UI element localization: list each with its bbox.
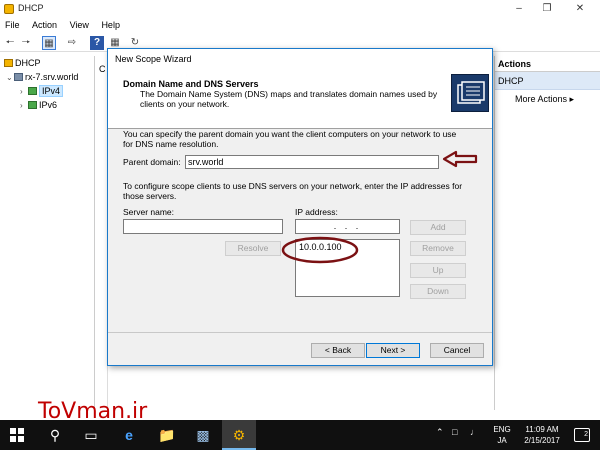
wizard-folder-icon: [451, 74, 489, 112]
close-button[interactable]: ✕: [565, 0, 595, 18]
parent-domain-label: Parent domain:: [123, 157, 181, 167]
forward-arrow-icon[interactable]: 🠖: [19, 36, 33, 50]
collapse-chevron-icon[interactable]: ⌄: [6, 73, 14, 82]
new-scope-wizard-dialog: New Scope Wizard Domain Name and DNS Ser…: [107, 48, 493, 366]
console-tree-icon[interactable]: ▦: [42, 36, 56, 50]
server-icon: [14, 73, 23, 81]
internet-explorer-icon[interactable]: e: [112, 420, 146, 450]
window-title: DHCP: [18, 3, 44, 13]
search-icon[interactable]: ⚲: [38, 420, 72, 450]
wizard-footer-separator: [108, 332, 492, 333]
minimize-button[interactable]: –: [504, 0, 534, 18]
parent-domain-intro: You can specify the parent domain you wa…: [123, 129, 457, 149]
menu-file[interactable]: File: [0, 18, 25, 32]
taskbar-clock[interactable]: 11:09 AM 2/15/2017: [517, 424, 567, 446]
ipv6-icon: [28, 101, 37, 109]
annotation-ellipse: [281, 236, 359, 264]
taskbar: ⚲ ▭ e 📁 ▩ ⚙ ⌃ □ ♩ ENG JA 11:09 AM 2/15/2…: [0, 420, 600, 450]
actions-section-dhcp[interactable]: DHCP: [495, 72, 600, 90]
server-name-label: Server name:: [123, 207, 175, 217]
resolve-button[interactable]: Resolve: [225, 241, 281, 256]
ipv4-icon: [28, 87, 37, 95]
menu-bar: File Action View Help: [0, 18, 600, 33]
annotation-arrow-icon: [442, 150, 478, 168]
export-list-icon[interactable]: ⇨: [65, 36, 79, 50]
expand-chevron-icon[interactable]: ›: [20, 87, 28, 96]
maximize-button[interactable]: ❐: [532, 0, 562, 18]
dhcp-app-icon: [4, 4, 14, 14]
back-button[interactable]: < Back: [311, 343, 365, 358]
action-center-icon[interactable]: 2: [574, 428, 590, 442]
menu-help[interactable]: Help: [96, 18, 125, 32]
help-icon[interactable]: ?: [90, 36, 104, 50]
wizard-heading: Domain Name and DNS Servers: [123, 79, 259, 89]
more-actions-link[interactable]: More Actions ▸: [495, 90, 600, 105]
show-hidden-icons-icon[interactable]: ⌃: [436, 427, 444, 438]
ip-address-label: IP address:: [295, 207, 338, 217]
parent-domain-input[interactable]: srv.world: [185, 155, 439, 169]
tree-node-server[interactable]: ⌄ rx-7.srv.world: [6, 72, 78, 82]
cancel-button[interactable]: Cancel: [430, 343, 484, 358]
wizard-header: Domain Name and DNS Servers The Domain N…: [108, 71, 492, 129]
remove-button[interactable]: Remove: [410, 241, 466, 256]
task-view-icon[interactable]: ▭: [74, 420, 108, 450]
actions-pane: Actions DHCP More Actions ▸: [494, 56, 600, 410]
menu-action[interactable]: Action: [27, 18, 62, 32]
submenu-arrow-icon: ▸: [569, 94, 575, 104]
wizard-subheading: The Domain Name System (DNS) maps and tr…: [140, 89, 438, 109]
menu-view[interactable]: View: [65, 18, 94, 32]
dns-servers-intro: To configure scope clients to use DNS se…: [123, 181, 463, 201]
network-icon[interactable]: □: [452, 427, 457, 437]
file-explorer-icon[interactable]: 📁: [150, 420, 184, 450]
down-button[interactable]: Down: [410, 284, 466, 299]
next-button[interactable]: Next >: [366, 343, 420, 358]
tree-node-dhcp[interactable]: DHCP: [4, 58, 41, 68]
input-language-indicator[interactable]: ENG JA: [490, 424, 514, 446]
title-bar: DHCP – ❐ ✕: [0, 0, 600, 18]
tree-node-ipv4[interactable]: › IPv4: [20, 85, 64, 97]
expand-chevron-icon[interactable]: ›: [20, 101, 28, 110]
results-pane-header: C: [99, 64, 106, 74]
volume-icon[interactable]: ♩: [470, 427, 479, 437]
server-name-input[interactable]: [123, 219, 283, 234]
back-arrow-icon[interactable]: 🠔: [3, 36, 17, 50]
ip-address-input[interactable]: . . .: [295, 219, 400, 234]
actions-header: Actions: [495, 56, 600, 72]
add-button[interactable]: Add: [410, 220, 466, 235]
console-tree: DHCP ⌄ rx-7.srv.world › IPv4 › IPv6: [0, 56, 95, 410]
tree-node-ipv6[interactable]: › IPv6: [20, 100, 57, 110]
start-windows-icon[interactable]: [0, 420, 34, 450]
wizard-title: New Scope Wizard: [108, 49, 492, 71]
dhcp-icon: [4, 59, 13, 67]
server-manager-icon[interactable]: ▩: [186, 420, 220, 450]
dhcp-taskbar-icon[interactable]: ⚙: [222, 420, 256, 450]
up-button[interactable]: Up: [410, 263, 466, 278]
